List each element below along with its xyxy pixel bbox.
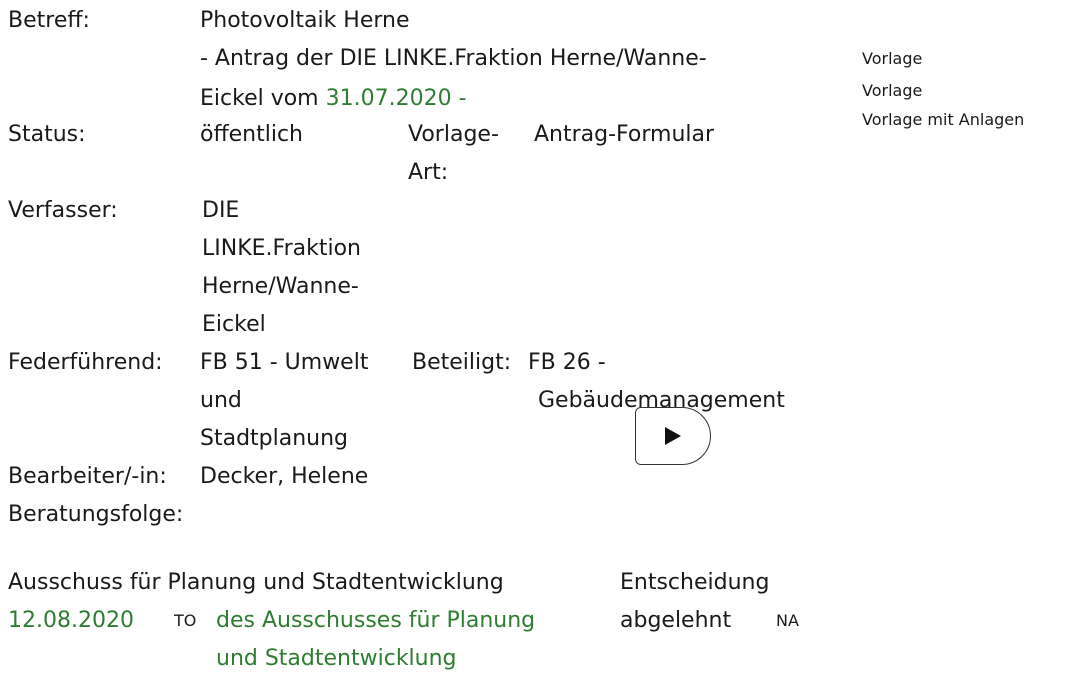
betreff-date-link[interactable]: 31.07.2020 [326, 86, 452, 111]
sidebar-link-vorlage-1[interactable]: Vorlage [862, 50, 922, 68]
betreff-label: Betreff: [8, 8, 90, 33]
status-value: öffentlich [200, 122, 303, 147]
federfuehrend-label: Federführend: [8, 350, 163, 375]
betreff-subtitle-line2: Eickel vom 31.07.2020 - [200, 84, 467, 114]
verfasser-label: Verfasser: [8, 198, 118, 223]
verfasser-line-1: DIE [202, 198, 240, 223]
beratung-na-badge[interactable]: NA [776, 612, 799, 630]
federfuehrend-line-1: FB 51 - Umwelt [200, 350, 369, 375]
vorlage-art-value: Antrag-Formular [534, 122, 715, 147]
betreff-title: Photovoltaik Herne [200, 8, 410, 33]
play-icon [664, 426, 682, 446]
beratung-result: abgelehnt [620, 608, 732, 633]
verfasser-line-3: Herne/Wanne- [202, 274, 359, 299]
betreff-subtitle-line1: - Antrag der DIE LINKE.Fraktion Herne/Wa… [200, 46, 707, 71]
vorlage-art-label-line1: Vorlage- [408, 122, 499, 147]
beteiligt-line-2: Gebäudemanagement [538, 388, 785, 413]
beratung-session-link-line1[interactable]: des Ausschusses für Planung [216, 606, 535, 636]
beratung-committee: Ausschuss für Planung und Stadtentwicklu… [8, 570, 504, 595]
verfasser-line-2: LINKE.Fraktion [202, 236, 361, 261]
beteiligt-label: Beteiligt: [412, 350, 512, 375]
sidebar-link-vorlage-mit-anlagen[interactable]: Vorlage mit Anlagen [862, 111, 1024, 129]
beratung-date-link[interactable]: 12.08.2020 [8, 606, 134, 636]
beratung-to-badge[interactable]: TO [174, 612, 196, 630]
status-label: Status: [8, 122, 86, 147]
betreff-subtitle-suffix: - [458, 86, 467, 111]
betreff-subtitle-prefix: Eickel vom [200, 86, 319, 111]
verfasser-line-4: Eickel [202, 312, 266, 337]
federfuehrend-line-2: und [200, 388, 242, 413]
sidebar-link-vorlage-2[interactable]: Vorlage [862, 82, 922, 100]
federfuehrend-line-3: Stadtplanung [200, 426, 349, 451]
beteiligt-line-1: FB 26 - [528, 350, 606, 375]
beratung-session-link-line2[interactable]: und Stadtentwicklung [216, 644, 457, 674]
vorlage-art-label-line2: Art: [408, 160, 449, 185]
bearbeiter-value: Decker, Helene [200, 464, 369, 489]
bearbeiter-label: Bearbeiter/-in: [8, 464, 167, 489]
beratungsfolge-label: Beratungsfolge: [8, 502, 184, 527]
beratung-role: Entscheidung [620, 570, 770, 595]
